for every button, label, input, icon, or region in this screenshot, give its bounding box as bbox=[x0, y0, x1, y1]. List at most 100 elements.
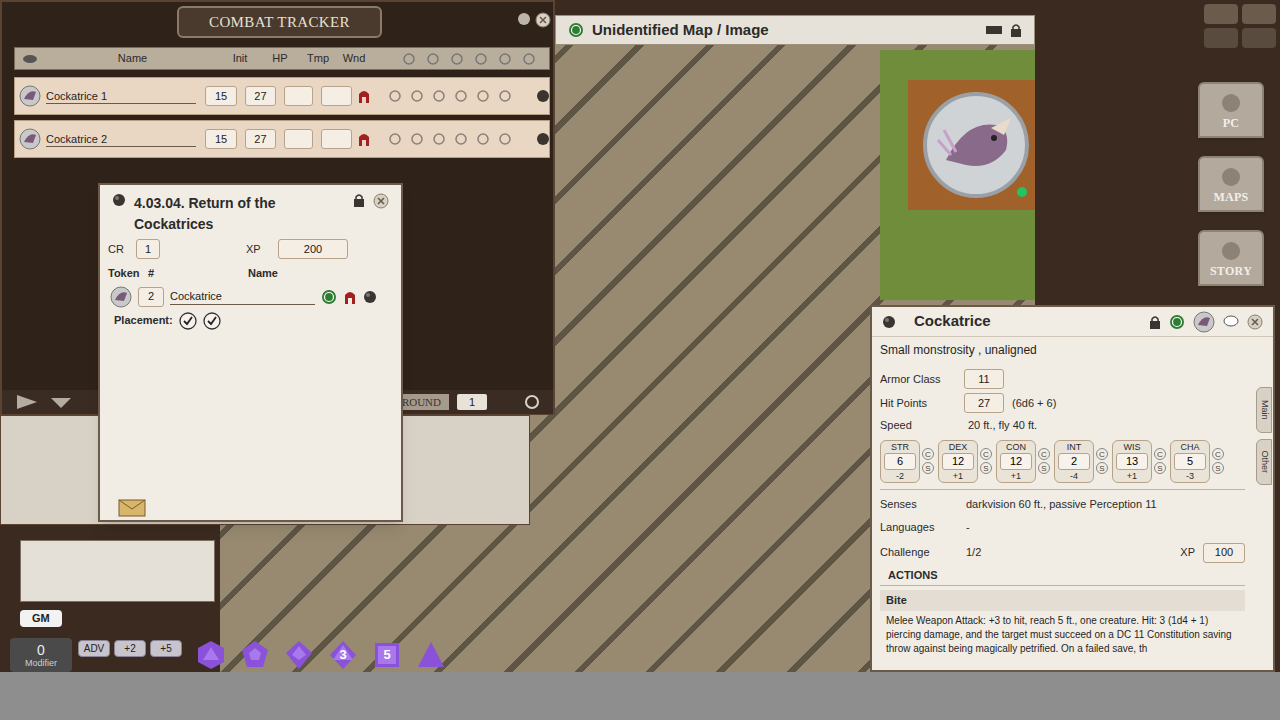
temp-hp-field[interactable] bbox=[284, 86, 313, 106]
ability-box[interactable]: DEX12+1 bbox=[938, 440, 978, 483]
ability-score-value[interactable]: 13 bbox=[1116, 453, 1148, 470]
hp-field[interactable]: 27 bbox=[245, 86, 276, 106]
help-icon[interactable] bbox=[517, 12, 531, 28]
token-icon[interactable] bbox=[110, 286, 132, 308]
identified-icon[interactable] bbox=[1169, 314, 1185, 330]
tab-toggle-icon[interactable] bbox=[498, 89, 512, 103]
hp-field[interactable]: 27 bbox=[245, 129, 276, 149]
effect-filter-icon[interactable] bbox=[474, 52, 488, 66]
check-button[interactable]: C bbox=[1096, 448, 1108, 460]
ability-score-value[interactable]: 5 bbox=[1174, 453, 1206, 470]
modifier-button[interactable]: +5 bbox=[150, 640, 182, 657]
tab-toggle-icon[interactable] bbox=[476, 89, 490, 103]
tab-toggle-icon[interactable] bbox=[410, 132, 424, 146]
stat-value[interactable]: darkvision 60 ft., passive Perception 11 bbox=[966, 496, 1157, 513]
effect-filter-icon[interactable] bbox=[426, 52, 440, 66]
effect-filter-icon[interactable] bbox=[450, 52, 464, 66]
active-dot[interactable] bbox=[537, 90, 549, 102]
modifier-button[interactable]: ADV bbox=[78, 640, 110, 657]
combatant-row[interactable]: Cockatrice 1 15 27 bbox=[14, 77, 550, 115]
menu-icon[interactable] bbox=[48, 393, 74, 411]
check-button[interactable]: C bbox=[1212, 448, 1224, 460]
stat-value-field[interactable]: 11 bbox=[964, 369, 1004, 389]
xp-field[interactable]: 100 bbox=[1203, 543, 1245, 563]
encounter-row[interactable]: 2 Cockatrice bbox=[100, 286, 401, 308]
lock-icon[interactable] bbox=[353, 193, 365, 207]
ability-score-value[interactable]: 2 bbox=[1058, 453, 1090, 470]
ability-box[interactable]: CHA5-3 bbox=[1170, 440, 1210, 483]
faction-icon[interactable] bbox=[357, 88, 371, 104]
chat-bubble-icon[interactable] bbox=[1223, 315, 1239, 329]
next-round-icon[interactable] bbox=[523, 393, 541, 411]
cockatrice-token-icon[interactable] bbox=[923, 92, 1029, 198]
die-d8[interactable]: 3 bbox=[328, 640, 358, 670]
combatant-name[interactable]: Cockatrice 2 bbox=[46, 132, 196, 147]
next-actor-icon[interactable] bbox=[14, 393, 40, 411]
die-d20[interactable] bbox=[196, 640, 226, 670]
combatant-name[interactable]: Cockatrice 1 bbox=[46, 89, 196, 104]
die-d10[interactable] bbox=[284, 640, 314, 670]
effect-filter-icon[interactable] bbox=[498, 52, 512, 66]
tab-toggle-icon[interactable] bbox=[454, 89, 468, 103]
faction-icon[interactable] bbox=[343, 289, 357, 305]
tab-toggle-icon[interactable] bbox=[432, 89, 446, 103]
visibility-icon[interactable] bbox=[15, 52, 45, 66]
tab-toggle-icon[interactable] bbox=[498, 132, 512, 146]
xp-field[interactable]: 200 bbox=[278, 239, 348, 259]
count-field[interactable]: 2 bbox=[138, 287, 164, 307]
sidebar-button[interactable]: PC bbox=[1198, 82, 1264, 138]
speed-value[interactable]: 20 ft., fly 40 ft. bbox=[968, 417, 1037, 434]
check-button[interactable]: C bbox=[1154, 448, 1166, 460]
save-button[interactable]: S bbox=[1096, 462, 1108, 474]
active-dot[interactable] bbox=[537, 133, 549, 145]
die-d12[interactable] bbox=[240, 640, 270, 670]
tab-toggle-icon[interactable] bbox=[388, 89, 402, 103]
cr-field[interactable]: 1 bbox=[136, 239, 160, 259]
sidebar-button[interactable]: STORY bbox=[1198, 230, 1264, 286]
save-button[interactable]: S bbox=[1038, 462, 1050, 474]
save-button[interactable]: S bbox=[1154, 462, 1166, 474]
wounds-field[interactable] bbox=[321, 86, 352, 106]
close-button[interactable] bbox=[535, 12, 551, 28]
lock-icon[interactable] bbox=[1010, 23, 1022, 37]
ability-score-value[interactable]: 12 bbox=[942, 453, 974, 470]
ability-box[interactable]: STR6-2 bbox=[880, 440, 920, 483]
temp-hp-field[interactable] bbox=[284, 129, 313, 149]
sidebar-button[interactable]: MAPS bbox=[1198, 156, 1264, 212]
save-button[interactable]: S bbox=[980, 462, 992, 474]
token-icon[interactable] bbox=[1193, 311, 1215, 333]
faction-icon[interactable] bbox=[357, 131, 371, 147]
tab-toggle-icon[interactable] bbox=[410, 89, 424, 103]
ability-box[interactable]: INT2-4 bbox=[1054, 440, 1094, 483]
cockatrice-token-icon[interactable] bbox=[19, 85, 41, 107]
identified-icon[interactable] bbox=[568, 22, 584, 38]
placement-checkbox[interactable] bbox=[179, 312, 197, 330]
modifier-button[interactable]: +2 bbox=[114, 640, 146, 657]
cockatrice-token-icon[interactable] bbox=[19, 128, 41, 150]
close-button[interactable] bbox=[1247, 314, 1263, 330]
die-d6[interactable]: 5 bbox=[372, 640, 402, 670]
creature-name[interactable]: Cockatrice bbox=[170, 288, 315, 306]
npc-name[interactable]: Cockatrice bbox=[914, 310, 1141, 333]
tab-toggle-icon[interactable] bbox=[454, 132, 468, 146]
chat-input[interactable] bbox=[20, 540, 215, 602]
stat-value-field[interactable]: 27 bbox=[964, 393, 1004, 413]
ability-score-value[interactable]: 12 bbox=[1000, 453, 1032, 470]
encounter-window[interactable]: 4.03.04. Return of the CockatricesCR1XP2… bbox=[98, 183, 403, 522]
menu-dot-icon[interactable] bbox=[112, 193, 126, 207]
action-name[interactable]: Bite bbox=[880, 590, 1245, 611]
send-to-map-icon[interactable] bbox=[118, 498, 146, 518]
npc-window[interactable]: CockatriceSmall monstrosity , unalignedA… bbox=[870, 305, 1275, 672]
initiative-field[interactable]: 15 bbox=[205, 86, 236, 106]
combatant-row[interactable]: Cockatrice 21527 bbox=[14, 120, 550, 158]
wounds-field[interactable] bbox=[321, 129, 352, 149]
players-icon[interactable] bbox=[986, 24, 1002, 36]
npc-tab[interactable]: Other bbox=[1256, 439, 1272, 485]
tab-toggle-icon[interactable] bbox=[476, 132, 490, 146]
identified-icon[interactable] bbox=[321, 289, 337, 305]
lock-icon[interactable] bbox=[1149, 315, 1161, 329]
tab-toggle-icon[interactable] bbox=[432, 132, 446, 146]
placement-checkbox[interactable] bbox=[203, 312, 221, 330]
stat-value[interactable]: - bbox=[966, 519, 970, 536]
link-icon[interactable] bbox=[363, 290, 377, 304]
